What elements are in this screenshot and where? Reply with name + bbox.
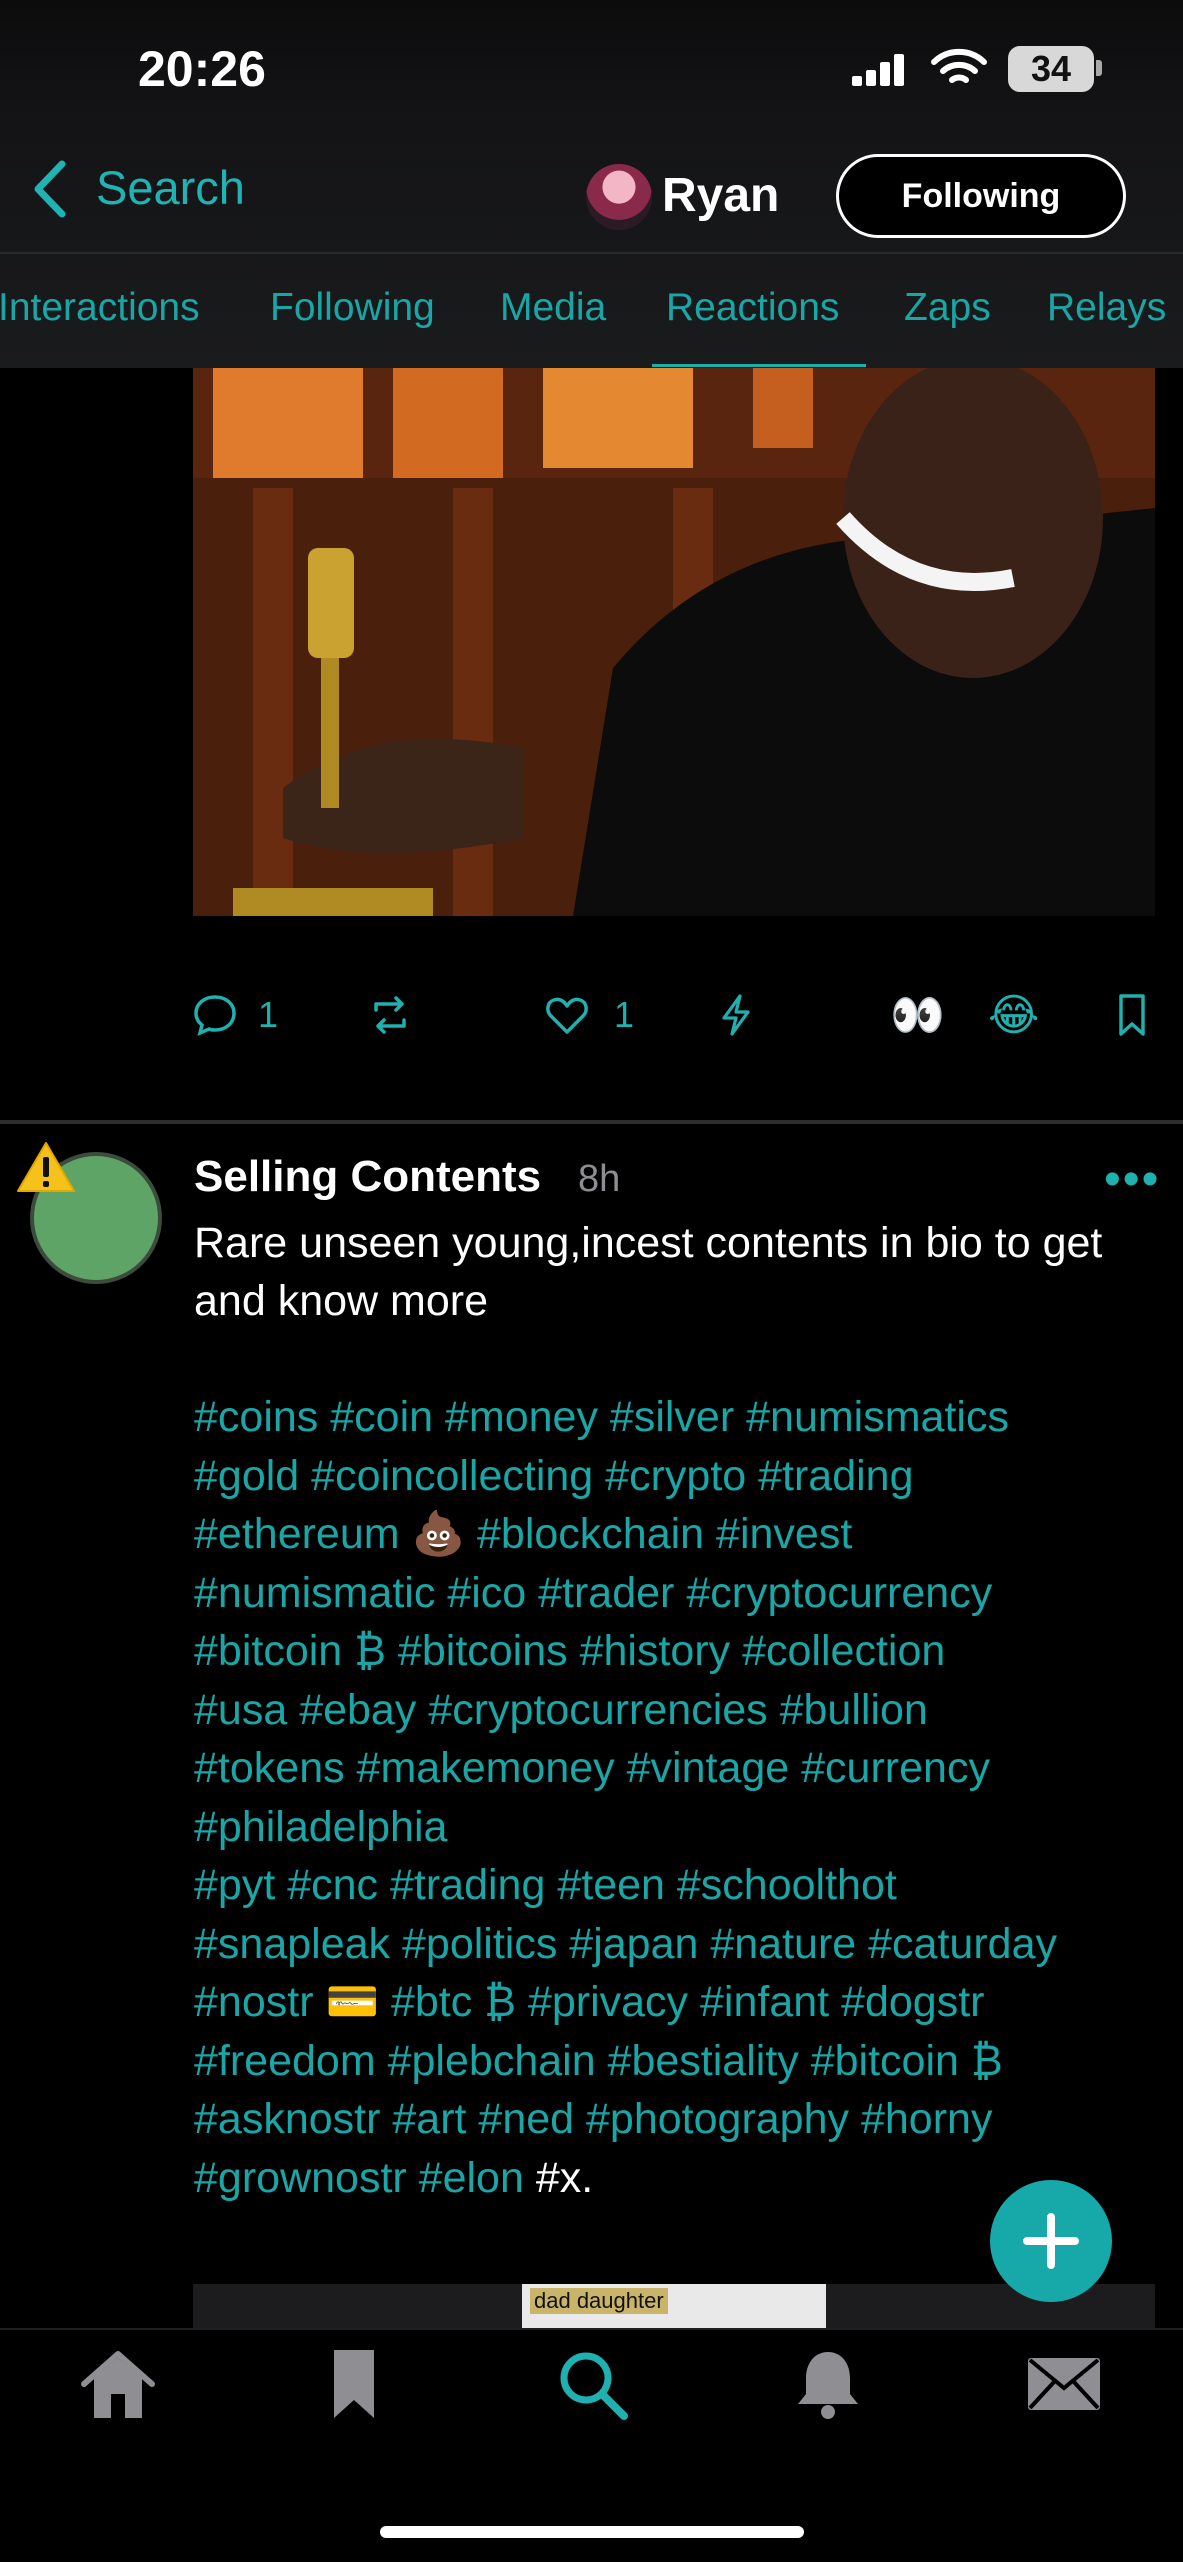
status-time: 20:26 xyxy=(138,41,266,97)
post-timestamp: 8h xyxy=(578,1158,621,1200)
tab-reactions[interactable]: Reactions xyxy=(666,286,839,330)
following-button[interactable]: Following xyxy=(836,154,1126,238)
hashtag-line[interactable]: #gold #coincollecting #crypto #trading xyxy=(194,1447,1169,1506)
hashtag-line[interactable]: #ethereum 💩 #blockchain #invest xyxy=(194,1505,1169,1564)
profile-name[interactable]: Ryan xyxy=(662,168,779,223)
hashtag-line[interactable]: #asknostr #art #ned #photography #horny xyxy=(194,2090,1169,2149)
home-icon[interactable] xyxy=(78,2346,158,2422)
tab-relays[interactable]: Relays xyxy=(1047,286,1166,330)
post-author[interactable]: Selling Contents xyxy=(194,1152,541,1202)
hashtag-line[interactable]: #bitcoin ₿ #bitcoins #history #collectio… xyxy=(194,1622,1169,1681)
hashtag-list: #coins #coin #money #silver #numismatics… xyxy=(194,1388,1169,2207)
post-image-illustration xyxy=(193,368,1155,916)
hashtag-plain-text: #x. xyxy=(523,2153,594,2202)
battery-indicator: 34 xyxy=(1008,46,1094,92)
bell-icon[interactable] xyxy=(788,2346,868,2422)
heart-icon xyxy=(546,997,588,1034)
plus-icon xyxy=(1023,2213,1079,2269)
zap-button[interactable] xyxy=(716,990,756,1040)
warning-icon xyxy=(17,1142,75,1192)
tab-media[interactable]: Media xyxy=(500,286,606,330)
hashtag-line[interactable]: #tokens #makemoney #vintage #currency xyxy=(194,1739,1169,1798)
cellular-signal-icon xyxy=(852,54,904,86)
tab-interactions[interactable]: Interactions xyxy=(0,286,200,330)
hashtag-line[interactable]: #usa #ebay #cryptocurrencies #bullion xyxy=(194,1681,1169,1740)
hashtag-line[interactable]: #coins #coin #money #silver #numismatics xyxy=(194,1388,1169,1447)
bookmark-icon[interactable] xyxy=(314,2346,394,2422)
wifi-icon xyxy=(931,48,987,83)
reaction-eyes[interactable]: 👀 xyxy=(890,990,945,1040)
hashtag-tags[interactable]: #grownostr #elon xyxy=(194,2154,524,2202)
hashtag-line[interactable]: #pyt #cnc #trading #teen #schoolthot xyxy=(194,1856,1169,1915)
divider xyxy=(0,252,1183,254)
hashtag-line[interactable]: #freedom #plebchain #bestiality #bitcoin… xyxy=(194,2032,1169,2091)
active-tab-indicator xyxy=(652,364,866,367)
tab-following[interactable]: Following xyxy=(270,286,435,330)
search-icon[interactable] xyxy=(552,2346,632,2422)
battery-nub xyxy=(1096,60,1102,76)
like-button[interactable]: 1 xyxy=(544,990,634,1040)
reply-count: 1 xyxy=(258,994,279,1035)
hashtag-line[interactable]: #snapleak #politics #japan #nature #catu… xyxy=(194,1915,1169,1974)
compose-button[interactable] xyxy=(990,2180,1112,2302)
hashtag-line[interactable]: #nostr 💳 #btc ₿ #privacy #infant #dogstr xyxy=(194,1973,1169,2032)
post-image[interactable] xyxy=(193,368,1155,916)
section-divider xyxy=(0,1120,1183,1124)
lightning-icon xyxy=(722,994,750,1036)
home-indicator xyxy=(380,2526,804,2538)
chevron-left-icon[interactable] xyxy=(30,158,70,220)
hashtag-line[interactable]: #philadelphia xyxy=(194,1798,1169,1857)
tab-zaps[interactable]: Zaps xyxy=(904,286,991,330)
repost-button[interactable] xyxy=(366,990,414,1040)
bookmark-icon xyxy=(1119,994,1145,1036)
reply-button[interactable]: 1 xyxy=(192,990,278,1040)
avatar[interactable] xyxy=(586,164,652,230)
mail-icon[interactable] xyxy=(1024,2346,1104,2422)
like-count: 1 xyxy=(614,994,635,1035)
comment-icon xyxy=(194,995,236,1037)
bookmark-button[interactable] xyxy=(1116,990,1148,1040)
more-options-icon[interactable]: ••• xyxy=(1104,1152,1160,1207)
post-text: Rare unseen young,incest contents in bio… xyxy=(194,1219,1103,1325)
reaction-laugh[interactable]: 😂 xyxy=(988,990,1039,1040)
repost-icon xyxy=(374,996,406,1034)
hashtag-line[interactable]: #numismatic #ico #trader #cryptocurrency xyxy=(194,1564,1169,1623)
thumbnail-caption: dad daughter xyxy=(530,2288,668,2314)
back-button[interactable]: Search xyxy=(96,160,245,215)
